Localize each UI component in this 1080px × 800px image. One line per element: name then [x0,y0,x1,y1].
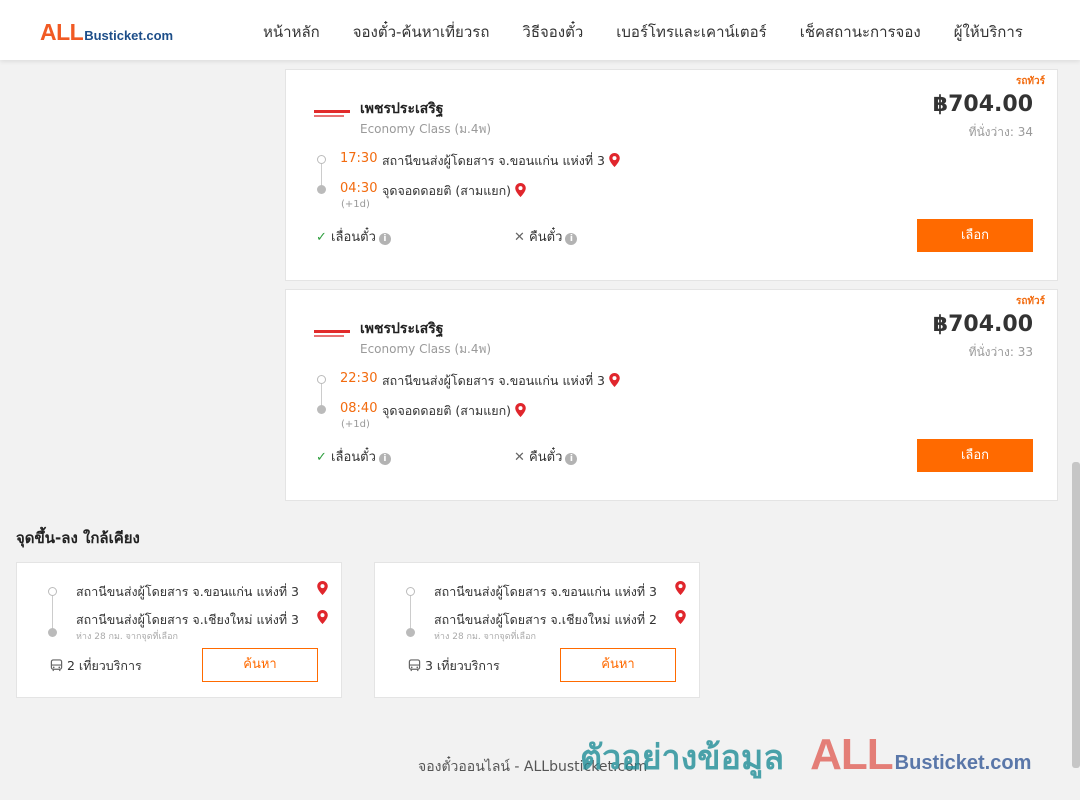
nearby-trip-count-label: 2 เที่ยวบริการ [67,658,142,673]
arrival-time: 08:40 [340,401,378,416]
search-button[interactable]: ค้นหา [560,648,676,682]
map-pin-icon[interactable] [317,581,328,595]
sample-data-watermark: ตัวอย่างข้อมูล ALL Busticket.com [580,730,1031,784]
feature-reschedule-label: เลื่อนตั๋ว [331,450,376,465]
footer-text: จองตั๋วออนไลน์ - ALLbusticket.com [418,759,648,775]
info-icon[interactable]: i [378,233,391,245]
watermark-rest-text: Busticket.com [894,752,1032,774]
arrival-dot [317,405,326,414]
info-icon[interactable]: i [565,233,578,245]
feature-reschedule: ✓ เลื่อนตั๋ว i [316,446,391,467]
arrival-place-text: จุดจอดดอยติ (สามแยก) [382,403,512,418]
arrival-dot [406,628,415,637]
departure-dot [48,587,57,596]
operator-logo [314,110,350,120]
departure-place: สถานีขนส่งผู้โดยสาร จ.ขอนแก่น แห่งที่ 3 [382,371,620,391]
ticket-price: ฿704.00 [932,92,1033,117]
nearby-to-place: สถานีขนส่งผู้โดยสาร จ.เชียงใหม่ แห่งที่ … [76,612,300,627]
nearby-trip-count-label: 3 เที่ยวบริการ [425,658,500,673]
map-pin-icon[interactable] [515,403,526,417]
departure-place-text: สถานีขนส่งผู้โดยสาร จ.ขอนแก่น แห่งที่ 3 [382,153,606,168]
arrival-place: จุดจอดดอยติ (สามแยก) [382,401,526,421]
nearby-distance: ห่าง 28 กม. จากจุดที่เลือก [434,632,536,642]
info-icon[interactable]: i [565,453,578,465]
departure-place-text: สถานีขนส่งผู้โดยสาร จ.ขอนแก่น แห่งที่ 3 [382,373,606,388]
nearby-distance: ห่าง 28 กม. จากจุดที่เลือก [76,632,178,642]
nearby-trip-count: 3 เที่ยวบริการ [408,656,500,676]
feature-refund: ✕ คืนตั๋ว i [514,226,578,247]
map-pin-icon[interactable] [609,373,620,387]
nearby-from-place: สถานีขนส่งผู้โดยสาร จ.ขอนแก่น แห่งที่ 3 [434,584,658,599]
bus-class: Economy Class (ม.4พ) [360,122,492,136]
arrival-place: จุดจอดดอยติ (สามแยก) [382,181,526,201]
arrival-dot [317,185,326,194]
search-button[interactable]: ค้นหา [202,648,318,682]
next-day-indicator: (+1d) [341,419,370,430]
departure-dot [317,155,326,164]
bus-type-badge: รถทัวร์ [1015,76,1045,87]
route-timeline-line [410,595,411,629]
feature-reschedule-label: เลื่อนตั๋ว [331,230,376,245]
departure-time: 17:30 [340,151,378,166]
route-timeline-line [52,595,53,629]
map-pin-icon[interactable] [675,581,686,595]
feature-reschedule: ✓ เลื่อนตั๋ว i [316,226,391,247]
feature-refund-label: คืนตั๋ว [529,450,563,465]
nearby-trip-count: 2 เที่ยวบริการ [50,656,142,676]
arrival-dot [48,628,57,637]
check-icon: ✓ [316,450,327,465]
map-pin-icon[interactable] [515,183,526,197]
nav-item-operators[interactable]: ผู้ให้บริการ [954,20,1023,44]
nearby-section-title: จุดขึ้น-ลง ใกล้เคียง [16,529,140,547]
seats-available: ที่นั่งว่าง: 34 [968,125,1033,139]
nav-item-how-to-book[interactable]: วิธีจองตั๋ว [522,20,583,44]
cross-icon: ✕ [514,450,525,465]
bus-class: Economy Class (ม.4พ) [360,342,492,356]
seats-available: ที่นั่งว่าง: 33 [968,345,1033,359]
departure-dot [406,587,415,596]
nearby-from-place: สถานีขนส่งผู้โดยสาร จ.ขอนแก่น แห่งที่ 3 [76,584,300,599]
main-nav: หน้าหลัก จองตั๋ว-ค้นหาเที่ยวรถ วิธีจองตั… [263,20,1056,44]
map-pin-icon[interactable] [675,610,686,624]
next-day-indicator: (+1d) [341,199,370,210]
logo-all-text: ALL [40,19,84,45]
map-pin-icon[interactable] [317,610,328,624]
site-logo[interactable]: ALL Busticket.com [40,19,173,46]
scrollbar-thumb[interactable] [1072,462,1080,768]
departure-dot [317,375,326,384]
cross-icon: ✕ [514,230,525,245]
watermark-all-text: ALL [810,730,894,779]
check-icon: ✓ [316,230,327,245]
select-trip-button[interactable]: เลือก [917,439,1033,472]
logo-rest-text: Busticket.com [84,28,174,43]
nav-item-phone-counters[interactable]: เบอร์โทรและเคาน์เตอร์ [616,20,766,44]
departure-time: 22:30 [340,371,378,386]
nav-item-check-booking[interactable]: เช็คสถานะการจอง [800,20,921,44]
nearby-to-place: สถานีขนส่งผู้โดยสาร จ.เชียงใหม่ แห่งที่ … [434,612,658,627]
nearby-route-card: สถานีขนส่งผู้โดยสาร จ.ขอนแก่น แห่งที่ 3 … [16,562,342,698]
scrollbar-track[interactable] [1072,0,1080,800]
trip-card: รถทัวร์ เพชรประเสริฐ Economy Class (ม.4พ… [285,69,1058,281]
bus-type-badge: รถทัวร์ [1015,296,1045,307]
site-header: ALL Busticket.com หน้าหลัก จองตั๋ว-ค้นหา… [0,0,1080,60]
operator-name: เพชรประเสริฐ [360,321,444,337]
ticket-price: ฿704.00 [932,312,1033,337]
bus-icon [408,659,421,672]
trip-card: รถทัวร์ เพชรประเสริฐ Economy Class (ม.4พ… [285,289,1058,501]
bus-icon [50,659,63,672]
info-icon[interactable]: i [378,453,391,465]
feature-refund: ✕ คืนตั๋ว i [514,446,578,467]
nav-item-book-search[interactable]: จองตั๋ว-ค้นหาเที่ยวรถ [353,20,490,44]
departure-place: สถานีขนส่งผู้โดยสาร จ.ขอนแก่น แห่งที่ 3 [382,151,620,171]
feature-refund-label: คืนตั๋ว [529,230,563,245]
arrival-time: 04:30 [340,181,378,196]
nearby-route-card: สถานีขนส่งผู้โดยสาร จ.ขอนแก่น แห่งที่ 3 … [374,562,700,698]
map-pin-icon[interactable] [609,153,620,167]
operator-logo [314,330,350,340]
operator-name: เพชรประเสริฐ [360,101,444,117]
nav-item-home[interactable]: หน้าหลัก [263,20,320,44]
arrival-place-text: จุดจอดดอยติ (สามแยก) [382,183,512,198]
select-trip-button[interactable]: เลือก [917,219,1033,252]
